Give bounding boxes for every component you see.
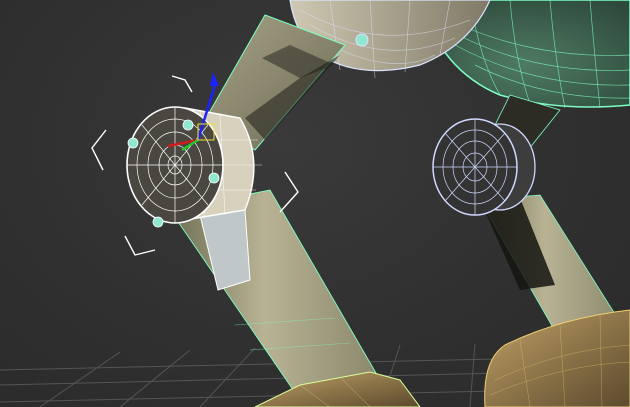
scene-canvas[interactable] — [0, 0, 630, 407]
selected-hub-mesh[interactable] — [126, 106, 262, 228]
left-lower-leg-mesh[interactable] — [169, 189, 381, 401]
3d-viewport[interactable] — [0, 0, 630, 407]
floor-block-right[interactable] — [484, 309, 630, 407]
bolt-top-wheel — [355, 33, 369, 47]
gizmo-z-arrow-icon[interactable] — [210, 72, 219, 86]
right-hub-mesh[interactable] — [432, 118, 536, 216]
